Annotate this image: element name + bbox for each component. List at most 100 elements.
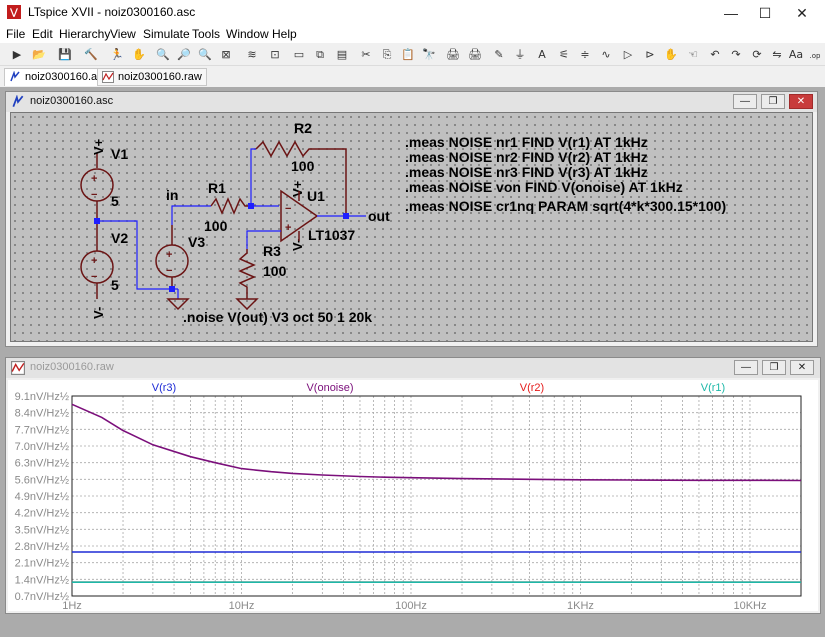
- schematic-restore-button[interactable]: ❐: [761, 94, 785, 109]
- svg-text:🔨: 🔨: [84, 48, 98, 61]
- run-icon[interactable]: 🏃: [108, 45, 126, 63]
- y-tick-label: 6.3nV/Hz½: [15, 458, 69, 470]
- paste-icon[interactable]: 📋: [399, 45, 417, 63]
- control-panel-icon[interactable]: 🔨: [82, 45, 100, 63]
- component-icon[interactable]: ⊳: [641, 45, 659, 63]
- waveform-minimize-button[interactable]: —: [734, 360, 758, 375]
- resistor-r1[interactable]: [210, 197, 251, 215]
- menu-hierarchy[interactable]: Hierarchy: [59, 27, 110, 41]
- waveform-plot-pane[interactable]: 9.1nV/Hz½ 8.4nV/Hz½ 7.7nV/Hz½ 7.0nV/Hz½ 6.3n…: [8, 380, 818, 612]
- zoom-in-icon[interactable]: 🔍: [154, 45, 172, 63]
- ground-icon[interactable]: ⏚: [511, 45, 529, 63]
- resistor-icon[interactable]: ⚟: [555, 45, 573, 63]
- x-tick-label: 1KHz: [567, 600, 594, 612]
- x-tick-label: 1Hz: [62, 600, 82, 612]
- meas-directive-3[interactable]: .meas NOISE nr3 FIND V(r3) AT 1kHz: [405, 164, 648, 180]
- tile-horizontal-icon[interactable]: ▭: [290, 45, 308, 63]
- spice-directive-icon[interactable]: ⊡: [266, 45, 284, 63]
- schematic-canvas[interactable]: + − V1 5 V+ + − V2 5 V- + − V3 in R1 100…: [10, 112, 813, 342]
- label-net-icon[interactable]: A: [533, 45, 551, 63]
- redo-icon[interactable]: ↷: [727, 45, 745, 63]
- print-setup-icon[interactable]: 🖨: [466, 45, 484, 63]
- ground-symbol[interactable]: [235, 298, 259, 311]
- zoom-fit-icon[interactable]: ⊠: [217, 45, 235, 63]
- menu-simulate[interactable]: Simulate: [143, 27, 190, 41]
- zoom-out-icon[interactable]: 🔍: [196, 45, 214, 63]
- y-tick-label: 7.0nV/Hz½: [15, 441, 69, 453]
- schematic-close-button[interactable]: ✕: [789, 94, 813, 109]
- source-v3[interactable]: + −: [155, 225, 189, 289]
- undo-icon[interactable]: ↶: [706, 45, 724, 63]
- y-tick-label: 2.8nV/Hz½: [15, 541, 69, 553]
- copy-icon[interactable]: ⎘: [378, 45, 396, 63]
- ltspice-logo-icon: ⋁: [7, 5, 21, 19]
- capacitor-icon[interactable]: ≑: [576, 45, 594, 63]
- v1-plus-label: V+: [91, 138, 106, 155]
- menu-bar: File Edit Hierarchy View Simulate Tools …: [0, 26, 825, 43]
- waveform-close-button[interactable]: ✕: [790, 360, 814, 375]
- cut-icon[interactable]: ✂: [357, 45, 375, 63]
- print-icon[interactable]: 🖨: [444, 45, 462, 63]
- ground-symbol[interactable]: [166, 298, 190, 311]
- tab-waveform[interactable]: noiz0300160.raw: [97, 68, 207, 86]
- svg-text:▭: ▭: [294, 48, 304, 61]
- meas-directive-4[interactable]: .meas NOISE von FIND V(onoise) AT 1kHz: [405, 179, 683, 195]
- drag-icon[interactable]: ☜: [684, 45, 702, 63]
- r2-value: 100: [291, 158, 315, 174]
- y-tick-label: 4.9nV/Hz½: [15, 491, 69, 503]
- new-schematic-icon[interactable]: ▶: [8, 45, 26, 63]
- svg-text:↷: ↷: [731, 48, 740, 61]
- svg-text:A: A: [538, 48, 546, 61]
- halt-icon[interactable]: ✋: [130, 45, 148, 63]
- move-icon[interactable]: ✋: [662, 45, 680, 63]
- toolbar: ▶ 📂 💾 🔨 🏃 ✋ 🔍 🔎 🔍 ⊠ ≋ ⊡ ▭ ⧉ ▤ ✂ ⎘ 📋 🔭 🖨 🖨 ✎ ⏚ A ⚟ ≑ ∿ ▷ ⊳ ✋ ☜ ↶ ↷ ⟳ ⇋ Aa .op: [0, 43, 825, 66]
- waveform-icon[interactable]: ≋: [243, 45, 261, 63]
- save-icon[interactable]: 💾: [56, 45, 74, 63]
- svg-text:∿: ∿: [601, 48, 610, 61]
- menu-file[interactable]: File: [6, 27, 25, 41]
- schematic-minimize-button[interactable]: —: [733, 94, 757, 109]
- y-tick-label: 7.7nV/Hz½: [15, 424, 69, 436]
- close-button[interactable]: ✕: [779, 0, 825, 26]
- svg-text:+: +: [166, 249, 172, 261]
- mirror-icon[interactable]: ⇋: [768, 45, 786, 63]
- rotate-icon[interactable]: ⟳: [748, 45, 766, 63]
- trace-label: V(r1): [701, 382, 725, 394]
- cascade-icon[interactable]: ⧉: [311, 45, 329, 63]
- svg-text:⟳: ⟳: [752, 48, 761, 61]
- waveform-restore-button[interactable]: ❐: [762, 360, 786, 375]
- svg-text:Aa: Aa: [789, 48, 803, 61]
- menu-window[interactable]: Window: [226, 27, 269, 41]
- noise-directive[interactable]: .noise V(out) V3 oct 50 1 20k: [183, 309, 372, 325]
- tile-vertical-icon[interactable]: ▤: [333, 45, 351, 63]
- menu-tools[interactable]: Tools: [192, 27, 220, 41]
- svg-text:⧉: ⧉: [316, 48, 324, 61]
- trace-label: V(onoise): [306, 382, 353, 394]
- find-icon[interactable]: 🔭: [420, 45, 438, 63]
- inductor-icon[interactable]: ∿: [597, 45, 615, 63]
- r2-name: R2: [294, 120, 312, 136]
- text-icon[interactable]: Aa: [787, 45, 805, 63]
- y-tick-label: 1.4nV/Hz½: [15, 574, 69, 586]
- meas-directive-5[interactable]: .meas NOISE cr1nq PARAM sqrt(4*k*300.15*…: [405, 198, 726, 214]
- diode-icon[interactable]: ▷: [619, 45, 637, 63]
- menu-edit[interactable]: Edit: [32, 27, 53, 41]
- draw-wire-icon[interactable]: ✎: [490, 45, 508, 63]
- menu-view[interactable]: View: [110, 27, 136, 41]
- y-tick-label: 3.5nV/Hz½: [15, 524, 69, 536]
- tab-schematic-label: noiz0300160.asc: [25, 71, 109, 83]
- resistor-r3[interactable]: [238, 249, 256, 299]
- open-icon[interactable]: 📂: [30, 45, 48, 63]
- meas-directive-2[interactable]: .meas NOISE nr2 FIND V(r2) AT 1kHz: [405, 149, 648, 165]
- spice-op-icon[interactable]: .op: [806, 45, 824, 63]
- schematic-window-titlebar: noiz0300160.asc — ❐ ✕: [6, 92, 817, 112]
- source-v1[interactable]: + −: [80, 153, 114, 221]
- svg-text:🔎: 🔎: [177, 47, 191, 61]
- r3-value: 100: [263, 263, 287, 279]
- menu-help[interactable]: Help: [272, 27, 297, 41]
- svg-text:⏚: ⏚: [515, 48, 526, 61]
- source-v2[interactable]: + −: [80, 221, 114, 299]
- pan-icon[interactable]: 🔎: [175, 45, 193, 63]
- meas-directive-1[interactable]: .meas NOISE nr1 FIND V(r1) AT 1kHz: [405, 134, 648, 150]
- svg-text:↶: ↶: [710, 48, 719, 61]
